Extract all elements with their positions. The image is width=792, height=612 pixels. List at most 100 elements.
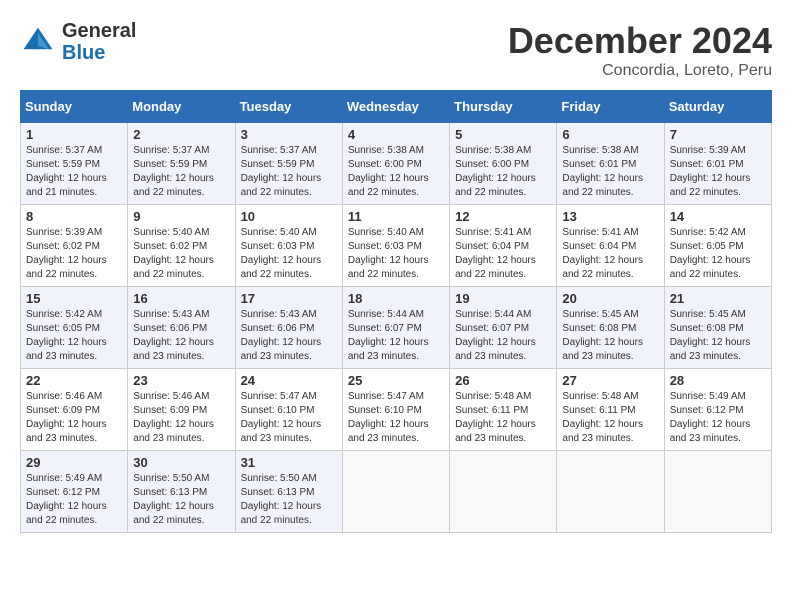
day-info: Sunrise: 5:44 AM Sunset: 6:07 PM Dayligh…: [348, 308, 444, 364]
calendar-day-cell: 30 Sunrise: 5:50 AM Sunset: 6:13 PM Dayl…: [128, 451, 235, 533]
weekday-header-cell: Wednesday: [342, 91, 449, 123]
calendar-day-cell: 27 Sunrise: 5:48 AM Sunset: 6:11 PM Dayl…: [557, 369, 664, 451]
day-info: Sunrise: 5:50 AM Sunset: 6:13 PM Dayligh…: [241, 472, 337, 528]
title-area: December 2024 Concordia, Loreto, Peru: [508, 20, 772, 80]
day-number: 22: [26, 373, 122, 388]
day-info: Sunrise: 5:38 AM Sunset: 6:00 PM Dayligh…: [348, 144, 444, 200]
calendar-day-cell: 20 Sunrise: 5:45 AM Sunset: 6:08 PM Dayl…: [557, 287, 664, 369]
calendar-day-cell: 9 Sunrise: 5:40 AM Sunset: 6:02 PM Dayli…: [128, 205, 235, 287]
calendar-day-cell: 12 Sunrise: 5:41 AM Sunset: 6:04 PM Dayl…: [450, 205, 557, 287]
calendar-day-cell: [450, 451, 557, 533]
weekday-header-cell: Monday: [128, 91, 235, 123]
calendar-body: 1 Sunrise: 5:37 AM Sunset: 5:59 PM Dayli…: [21, 123, 772, 533]
logo: General Blue: [20, 20, 136, 64]
weekday-header-cell: Sunday: [21, 91, 128, 123]
day-info: Sunrise: 5:39 AM Sunset: 6:01 PM Dayligh…: [670, 144, 766, 200]
day-number: 1: [26, 127, 122, 142]
weekday-header-cell: Tuesday: [235, 91, 342, 123]
calendar-day-cell: 14 Sunrise: 5:42 AM Sunset: 6:05 PM Dayl…: [664, 205, 771, 287]
day-number: 30: [133, 455, 229, 470]
day-number: 18: [348, 291, 444, 306]
day-number: 11: [348, 209, 444, 224]
day-number: 6: [562, 127, 658, 142]
day-info: Sunrise: 5:49 AM Sunset: 6:12 PM Dayligh…: [670, 390, 766, 446]
calendar-day-cell: 31 Sunrise: 5:50 AM Sunset: 6:13 PM Dayl…: [235, 451, 342, 533]
logo-icon: [20, 24, 56, 60]
day-number: 8: [26, 209, 122, 224]
day-info: Sunrise: 5:40 AM Sunset: 6:03 PM Dayligh…: [241, 226, 337, 282]
calendar-day-cell: 22 Sunrise: 5:46 AM Sunset: 6:09 PM Dayl…: [21, 369, 128, 451]
day-info: Sunrise: 5:38 AM Sunset: 6:00 PM Dayligh…: [455, 144, 551, 200]
day-info: Sunrise: 5:41 AM Sunset: 6:04 PM Dayligh…: [562, 226, 658, 282]
calendar-day-cell: 23 Sunrise: 5:46 AM Sunset: 6:09 PM Dayl…: [128, 369, 235, 451]
calendar-day-cell: 4 Sunrise: 5:38 AM Sunset: 6:00 PM Dayli…: [342, 123, 449, 205]
day-number: 2: [133, 127, 229, 142]
logo-blue: Blue: [62, 42, 105, 64]
day-info: Sunrise: 5:47 AM Sunset: 6:10 PM Dayligh…: [348, 390, 444, 446]
day-number: 31: [241, 455, 337, 470]
day-number: 26: [455, 373, 551, 388]
day-number: 16: [133, 291, 229, 306]
day-info: Sunrise: 5:41 AM Sunset: 6:04 PM Dayligh…: [455, 226, 551, 282]
calendar-day-cell: 25 Sunrise: 5:47 AM Sunset: 6:10 PM Dayl…: [342, 369, 449, 451]
calendar-day-cell: 6 Sunrise: 5:38 AM Sunset: 6:01 PM Dayli…: [557, 123, 664, 205]
calendar-day-cell: 7 Sunrise: 5:39 AM Sunset: 6:01 PM Dayli…: [664, 123, 771, 205]
day-info: Sunrise: 5:37 AM Sunset: 5:59 PM Dayligh…: [26, 144, 122, 200]
day-info: Sunrise: 5:42 AM Sunset: 6:05 PM Dayligh…: [26, 308, 122, 364]
day-info: Sunrise: 5:49 AM Sunset: 6:12 PM Dayligh…: [26, 472, 122, 528]
calendar-week-row: 1 Sunrise: 5:37 AM Sunset: 5:59 PM Dayli…: [21, 123, 772, 205]
day-number: 13: [562, 209, 658, 224]
day-number: 5: [455, 127, 551, 142]
calendar-day-cell: 2 Sunrise: 5:37 AM Sunset: 5:59 PM Dayli…: [128, 123, 235, 205]
calendar-day-cell: 13 Sunrise: 5:41 AM Sunset: 6:04 PM Dayl…: [557, 205, 664, 287]
calendar-day-cell: 15 Sunrise: 5:42 AM Sunset: 6:05 PM Dayl…: [21, 287, 128, 369]
day-number: 24: [241, 373, 337, 388]
calendar-day-cell: 11 Sunrise: 5:40 AM Sunset: 6:03 PM Dayl…: [342, 205, 449, 287]
day-number: 4: [348, 127, 444, 142]
day-info: Sunrise: 5:44 AM Sunset: 6:07 PM Dayligh…: [455, 308, 551, 364]
calendar-day-cell: 1 Sunrise: 5:37 AM Sunset: 5:59 PM Dayli…: [21, 123, 128, 205]
calendar-day-cell: 3 Sunrise: 5:37 AM Sunset: 5:59 PM Dayli…: [235, 123, 342, 205]
calendar-day-cell: [342, 451, 449, 533]
day-number: 14: [670, 209, 766, 224]
day-number: 28: [670, 373, 766, 388]
day-number: 20: [562, 291, 658, 306]
day-info: Sunrise: 5:46 AM Sunset: 6:09 PM Dayligh…: [133, 390, 229, 446]
calendar-week-row: 8 Sunrise: 5:39 AM Sunset: 6:02 PM Dayli…: [21, 205, 772, 287]
day-number: 12: [455, 209, 551, 224]
day-info: Sunrise: 5:46 AM Sunset: 6:09 PM Dayligh…: [26, 390, 122, 446]
calendar-day-cell: 17 Sunrise: 5:43 AM Sunset: 6:06 PM Dayl…: [235, 287, 342, 369]
day-info: Sunrise: 5:45 AM Sunset: 6:08 PM Dayligh…: [562, 308, 658, 364]
day-number: 25: [348, 373, 444, 388]
day-info: Sunrise: 5:37 AM Sunset: 5:59 PM Dayligh…: [133, 144, 229, 200]
calendar-day-cell: [557, 451, 664, 533]
weekday-header-cell: Saturday: [664, 91, 771, 123]
day-number: 29: [26, 455, 122, 470]
day-info: Sunrise: 5:47 AM Sunset: 6:10 PM Dayligh…: [241, 390, 337, 446]
day-info: Sunrise: 5:48 AM Sunset: 6:11 PM Dayligh…: [455, 390, 551, 446]
day-number: 17: [241, 291, 337, 306]
calendar-day-cell: 19 Sunrise: 5:44 AM Sunset: 6:07 PM Dayl…: [450, 287, 557, 369]
day-number: 21: [670, 291, 766, 306]
day-info: Sunrise: 5:50 AM Sunset: 6:13 PM Dayligh…: [133, 472, 229, 528]
day-info: Sunrise: 5:39 AM Sunset: 6:02 PM Dayligh…: [26, 226, 122, 282]
calendar-day-cell: 21 Sunrise: 5:45 AM Sunset: 6:08 PM Dayl…: [664, 287, 771, 369]
page-header: General Blue December 2024 Concordia, Lo…: [20, 20, 772, 80]
day-number: 19: [455, 291, 551, 306]
calendar-week-row: 29 Sunrise: 5:49 AM Sunset: 6:12 PM Dayl…: [21, 451, 772, 533]
calendar-day-cell: 8 Sunrise: 5:39 AM Sunset: 6:02 PM Dayli…: [21, 205, 128, 287]
calendar-day-cell: 24 Sunrise: 5:47 AM Sunset: 6:10 PM Dayl…: [235, 369, 342, 451]
day-number: 9: [133, 209, 229, 224]
weekday-header-cell: Friday: [557, 91, 664, 123]
day-info: Sunrise: 5:40 AM Sunset: 6:02 PM Dayligh…: [133, 226, 229, 282]
calendar-day-cell: 26 Sunrise: 5:48 AM Sunset: 6:11 PM Dayl…: [450, 369, 557, 451]
day-info: Sunrise: 5:48 AM Sunset: 6:11 PM Dayligh…: [562, 390, 658, 446]
day-info: Sunrise: 5:38 AM Sunset: 6:01 PM Dayligh…: [562, 144, 658, 200]
weekday-header-cell: Thursday: [450, 91, 557, 123]
weekday-header-row: SundayMondayTuesdayWednesdayThursdayFrid…: [21, 91, 772, 123]
location-subtitle: Concordia, Loreto, Peru: [508, 62, 772, 80]
day-number: 15: [26, 291, 122, 306]
calendar-day-cell: 29 Sunrise: 5:49 AM Sunset: 6:12 PM Dayl…: [21, 451, 128, 533]
day-number: 27: [562, 373, 658, 388]
day-info: Sunrise: 5:40 AM Sunset: 6:03 PM Dayligh…: [348, 226, 444, 282]
